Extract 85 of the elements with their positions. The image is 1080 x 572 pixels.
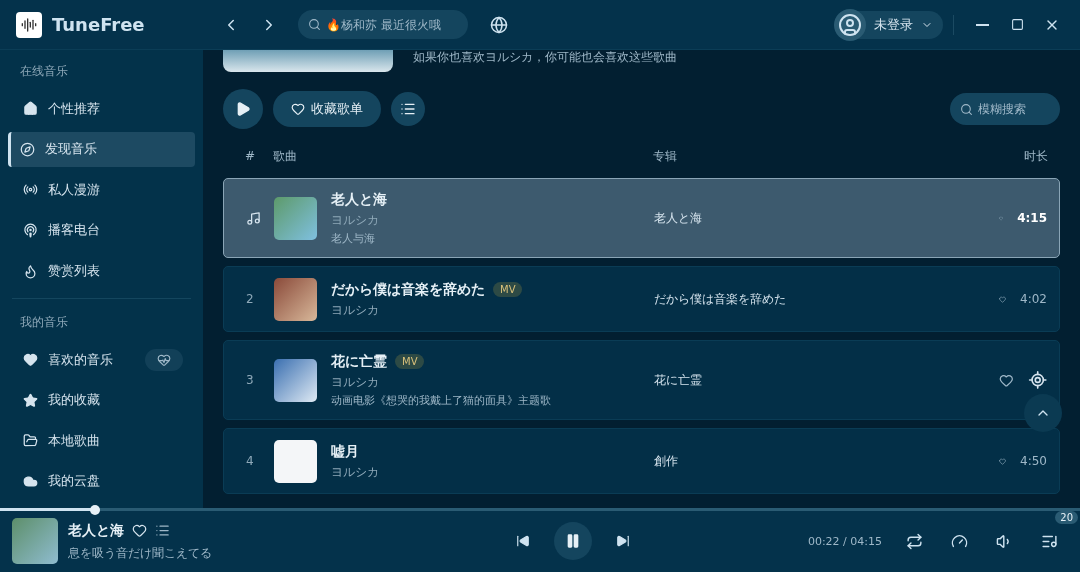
collect-button[interactable]: 收藏歌单: [273, 91, 381, 127]
song-title: だから僕は音楽を辞めた: [331, 280, 485, 299]
flame-icon: [23, 263, 38, 279]
logo-icon: [16, 11, 42, 38]
folder-icon: [23, 433, 38, 449]
artist-name: ヨルシカ: [331, 302, 380, 318]
heart-icon: [23, 352, 38, 368]
sidebar-item[interactable]: 个性推荐: [8, 91, 195, 127]
section-title: 在线音乐: [19, 63, 69, 80]
play-icon: [235, 101, 251, 117]
avatar-icon: [834, 8, 866, 41]
artist-name: ヨルシカ: [331, 374, 380, 390]
list-icon[interactable]: [155, 523, 170, 538]
mv-badge[interactable]: MV: [493, 282, 523, 297]
track-number: 3: [245, 373, 255, 387]
list-button[interactable]: [391, 92, 425, 126]
user-menu[interactable]: 未登录: [836, 10, 943, 39]
cloud-icon: [23, 473, 38, 489]
star-icon: [23, 392, 38, 408]
album-cover: [274, 439, 317, 483]
song-title: 老人と海: [331, 190, 387, 209]
compass-icon: [20, 141, 35, 157]
album-cover: [274, 196, 317, 240]
album-cover: [274, 358, 317, 402]
track-number: 4: [245, 454, 255, 468]
song-title: 花に亡霊: [331, 352, 387, 371]
globe-icon: [490, 15, 508, 34]
song-note: 动画电影《想哭的我戴上了猫的面具》主题歌: [331, 393, 551, 408]
sidebar-item[interactable]: 我的云盘: [8, 463, 195, 500]
mv-badge[interactable]: MV: [395, 354, 425, 369]
sidebar-item[interactable]: 喜欢的音乐: [8, 341, 195, 378]
duration: 4:02: [1020, 292, 1047, 306]
album-name: 花に亡霊: [654, 371, 703, 389]
column-header: 歌曲: [273, 147, 298, 165]
podcast-icon: [23, 222, 38, 238]
song-row[interactable]: 4 嘘月 ヨルシカ 創作 4:50: [223, 428, 1060, 494]
song-title: 嘘月: [331, 442, 359, 461]
music-note-icon: [246, 210, 261, 226]
home-icon: [23, 101, 38, 117]
sidebar-item[interactable]: 赞赏列表: [8, 253, 195, 289]
like-icon[interactable]: [999, 372, 1014, 388]
song-note: 老人与海: [331, 231, 376, 246]
sidebar-item[interactable]: 私人漫游: [8, 172, 195, 208]
column-header: #: [244, 149, 257, 163]
album-cover: [274, 277, 317, 321]
sidebar-item[interactable]: 我的收藏: [8, 382, 195, 418]
banner-description: 如果你也喜欢ヨルシカ，你可能也会喜欢这些歌曲: [413, 50, 677, 66]
sidebar-item[interactable]: 本地歌曲: [8, 422, 195, 459]
album-name: 老人と海: [654, 209, 703, 227]
sidebar-item[interactable]: 播客电台: [8, 212, 195, 249]
skip-forward-icon: [615, 534, 630, 548]
section-title: 我的音乐: [19, 313, 69, 331]
album-name: だから僕は音楽を辞めた: [654, 290, 787, 308]
duration: 4:50: [1020, 454, 1047, 468]
album-name: 創作: [654, 452, 679, 470]
minimize-icon: [976, 23, 989, 26]
heart-pulse-icon: [157, 352, 171, 367]
skip-back-icon: [515, 534, 530, 548]
artist-name: ヨルシカ: [331, 212, 380, 228]
sidebar-item[interactable]: 发现音乐: [8, 131, 195, 168]
maximize-icon: [1011, 18, 1024, 31]
list-icon: [400, 101, 416, 117]
search-field[interactable]: 🔥杨和苏 最近很火哦: [298, 10, 468, 39]
cover-photo-placeholder: [12, 518, 58, 564]
song-row[interactable]: 2 だから僕は音楽を辞めた MV ヨルシカ だから僕は音楽を辞めた 4:02: [223, 266, 1060, 332]
playback-time: 00:22 / 04:15: [807, 534, 882, 548]
heart-icon: [291, 102, 305, 116]
play-all-button[interactable]: [223, 89, 263, 129]
now-playing-title: 老人と海: [68, 521, 124, 540]
locate-icon[interactable]: [1027, 370, 1047, 390]
song-row[interactable]: 3 花に亡霊 MV ヨルシカ 动画电影《想哭的我戴上了猫的面具》主题歌 花に亡霊: [223, 340, 1060, 420]
column-header: 专辑: [653, 147, 678, 165]
artist-name: ヨルシカ: [331, 464, 379, 480]
heartbeat-button[interactable]: [145, 348, 183, 371]
play-pause-button[interactable]: [553, 522, 592, 560]
app-name: TuneFree: [52, 14, 146, 35]
filter-field[interactable]: 模糊搜索: [950, 93, 1060, 125]
repeat-icon: [906, 532, 923, 550]
duration: 4:15: [1017, 211, 1047, 225]
lyric-line: 息を吸う音だけ聞こえてる: [68, 545, 213, 561]
column-header: 时长: [1023, 147, 1049, 165]
like-icon[interactable]: [132, 523, 147, 538]
song-row[interactable]: 老人と海 ヨルシカ 老人与海 老人と海 4:15: [223, 178, 1060, 258]
gauge-icon: [951, 532, 968, 550]
track-number: 2: [245, 292, 255, 306]
